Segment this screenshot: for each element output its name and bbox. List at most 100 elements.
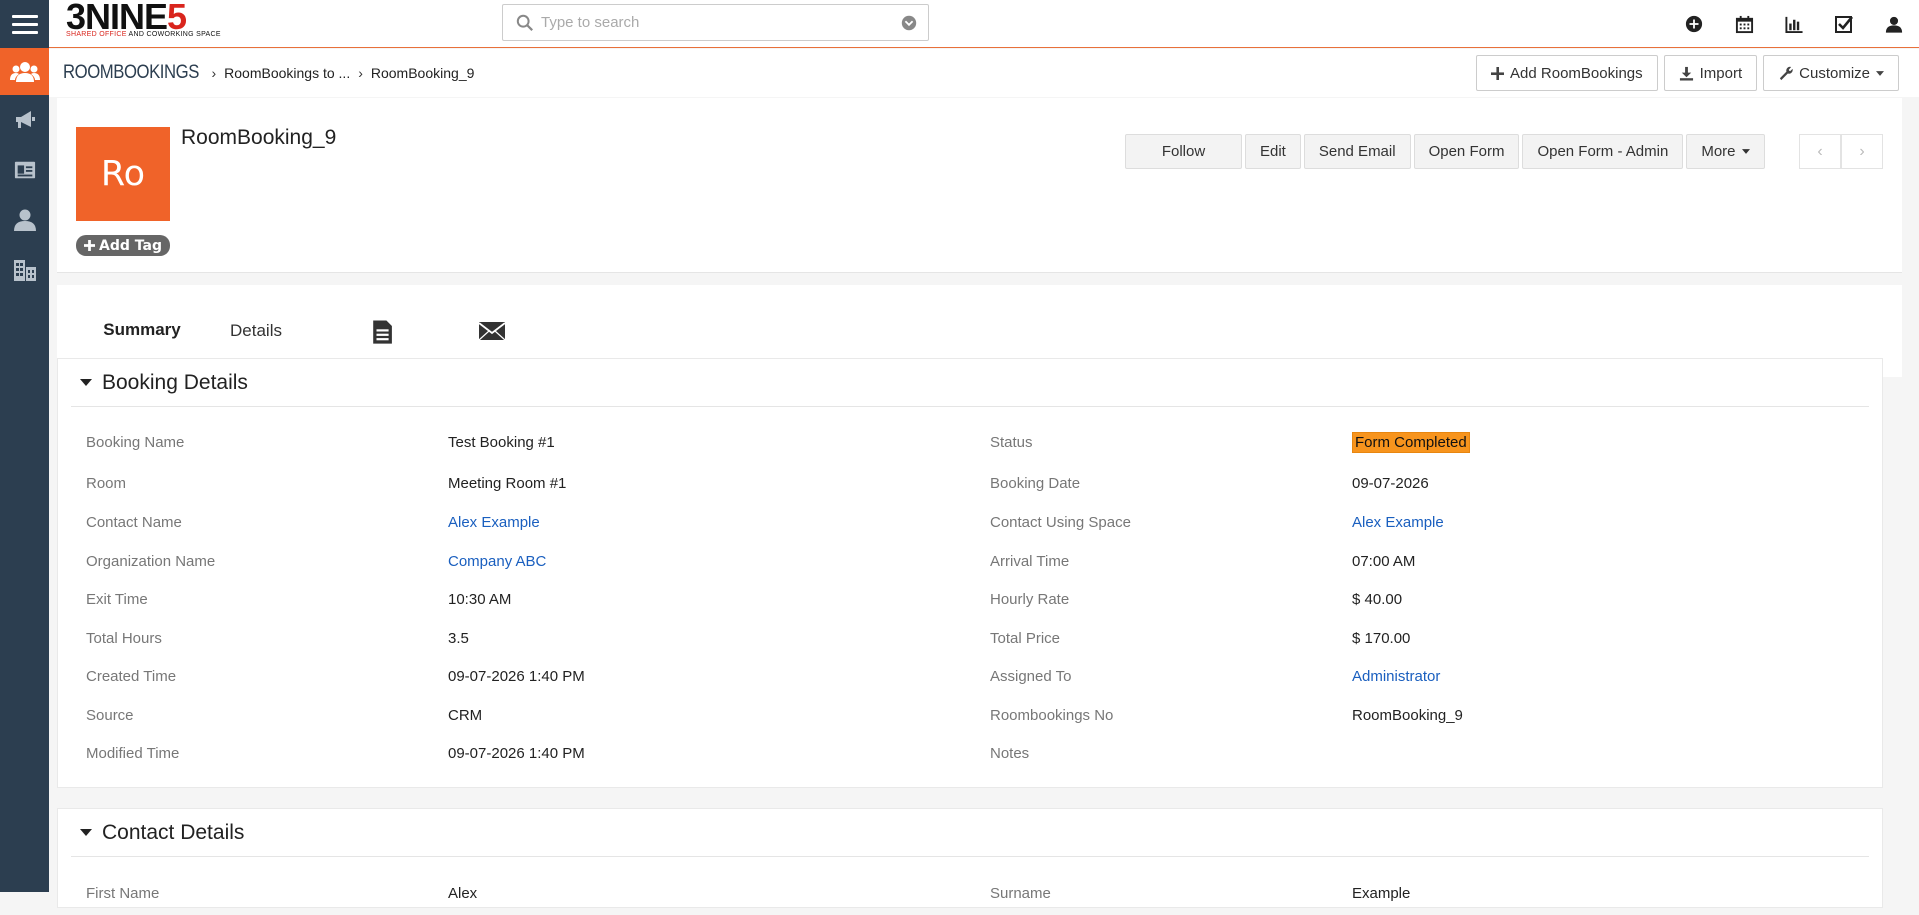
chevron-right-icon: ›: [358, 65, 363, 81]
open-form-admin-button[interactable]: Open Form - Admin: [1522, 134, 1684, 169]
customize-button[interactable]: Customize: [1763, 55, 1899, 91]
person-icon: [13, 209, 36, 231]
send-email-button[interactable]: Send Email: [1303, 134, 1411, 169]
field-value: RoomBooking_9: [1352, 707, 1463, 724]
search-icon: [516, 14, 533, 31]
calendar-button[interactable]: [1719, 0, 1769, 48]
breadcrumb-bar: RoomBookings › RoomBookings to ... › Roo…: [49, 49, 1919, 97]
field-row: Organization Name Company ABC Arrival Time…: [58, 553, 1882, 583]
field-row: Modified Time 09-07-2026 1:40 PM Notes: [58, 745, 1882, 775]
plus-circle-icon: [1685, 15, 1703, 33]
field-label: Notes: [990, 745, 1030, 762]
logo-tagline-accent: SHARED OFFICE: [66, 31, 127, 38]
more-button[interactable]: More: [1686, 134, 1765, 169]
field-value: 09-07-2026: [1352, 475, 1429, 492]
add-tag-button[interactable]: Add Tag: [76, 235, 170, 256]
field-row: Booking Name Test Booking #1 Status Form Co…: [58, 432, 1882, 464]
field-value: Alex: [448, 885, 478, 902]
caret-down-icon: [1741, 149, 1750, 154]
brand-logo[interactable]: 3NINE5 SHARED OFFICE AND COWORKING SPACE: [66, 0, 236, 40]
field-label: Modified Time: [86, 745, 180, 762]
add-tag-label: Add Tag: [99, 237, 162, 254]
menu-toggle-button[interactable]: [0, 0, 49, 48]
sidebar-item-people[interactable]: [0, 195, 49, 245]
quick-create-button[interactable]: [1669, 0, 1719, 48]
field-value: Example: [1352, 885, 1411, 902]
record-avatar: Ro: [76, 127, 170, 221]
field-row: Source CRM Roombookings No RoomBooking_9: [58, 707, 1882, 737]
next-record-button[interactable]: ›: [1841, 134, 1883, 169]
hamburger-icon: [11, 12, 38, 36]
id-card-icon: [14, 161, 35, 179]
open-form-button[interactable]: Open Form: [1413, 134, 1520, 169]
field-row: First Name Alex Surname Example: [58, 885, 1882, 915]
field-value: 07:00 AM: [1352, 553, 1416, 570]
document-icon: [373, 320, 392, 344]
plus-icon: [1491, 66, 1505, 80]
field-label: First Name: [86, 885, 160, 902]
follow-button[interactable]: Follow: [1125, 134, 1242, 169]
field-label: Room: [86, 475, 127, 492]
field-value-link[interactable]: Administrator: [1352, 668, 1440, 685]
edit-button[interactable]: Edit: [1245, 134, 1301, 169]
download-icon: [1679, 66, 1693, 81]
field-value-link[interactable]: Company ABC: [448, 553, 546, 570]
breadcrumb: RoomBookings › RoomBookings to ... › Roo…: [63, 49, 474, 97]
calendar-icon: [1735, 15, 1753, 33]
sidebar-item-marketing[interactable]: [0, 95, 49, 145]
add-roombookings-button[interactable]: Add RoomBookings: [1476, 55, 1658, 91]
breadcrumb-filter[interactable]: RoomBookings to ...: [224, 65, 350, 81]
sidebar-item-contacts[interactable]: [0, 48, 49, 95]
field-value: CRM: [448, 707, 483, 724]
field-label: Organization Name: [86, 553, 216, 570]
record-title: RoomBooking_9: [181, 126, 337, 149]
more-button-label: More: [1701, 143, 1736, 160]
search-input[interactable]: [541, 14, 900, 31]
caret-down-icon: [80, 379, 92, 386]
field-label: Status: [990, 434, 1033, 451]
field-label: Roombookings No: [990, 707, 1114, 724]
contact-details-header[interactable]: Contact Details: [71, 809, 1869, 857]
booking-details-header[interactable]: Booking Details: [71, 359, 1869, 407]
field-value-link[interactable]: Alex Example: [1352, 514, 1444, 531]
previous-record-button[interactable]: ‹: [1799, 134, 1841, 169]
field-value-link[interactable]: Alex Example: [448, 514, 540, 531]
user-menu-button[interactable]: [1869, 0, 1919, 48]
sidebar-item-records[interactable]: [0, 145, 49, 195]
field-label: Booking Date: [990, 475, 1081, 492]
contact-details-block: Contact Details First Name Alex Surname Exa…: [57, 808, 1883, 908]
field-label: Total Hours: [86, 630, 162, 647]
field-value: 09-07-2026 1:40 PM: [448, 668, 585, 685]
chevron-left-icon: ‹: [1817, 142, 1823, 160]
chevron-right-icon: ›: [211, 65, 217, 81]
block-title: Booking Details: [102, 370, 248, 394]
top-bar: 3NINE5 SHARED OFFICE AND COWORKING SPACE: [0, 0, 1919, 48]
field-label: Booking Name: [86, 434, 185, 451]
sidebar-item-organizations[interactable]: [0, 245, 49, 295]
field-row: Total Hours 3.5 Total Price $ 170.00: [58, 630, 1882, 660]
megaphone-icon: [15, 111, 35, 128]
block-title: Contact Details: [102, 820, 245, 844]
field-value: Meeting Room #1: [448, 475, 567, 492]
field-row: Exit Time 10:30 AM Hourly Rate $ 40.00: [58, 591, 1882, 621]
bar-chart-icon: [1785, 16, 1803, 33]
field-label: Contact Using Space: [990, 514, 1131, 531]
field-label: Hourly Rate: [990, 591, 1070, 608]
breadcrumb-module[interactable]: RoomBookings: [63, 62, 199, 84]
field-label: Total Price: [990, 630, 1061, 647]
tasks-button[interactable]: [1819, 0, 1869, 48]
search-options-icon[interactable]: [900, 14, 918, 32]
field-row: Room Meeting Room #1 Booking Date 09-07-202…: [58, 475, 1882, 505]
plus-icon: [84, 240, 95, 251]
import-button[interactable]: Import: [1663, 55, 1758, 91]
building-icon: [13, 260, 36, 281]
logo-tagline: AND COWORKING SPACE: [126, 31, 221, 38]
reports-button[interactable]: [1769, 0, 1819, 48]
field-label: Source: [86, 707, 134, 724]
field-value: $ 40.00: [1352, 591, 1403, 608]
import-button-label: Import: [1699, 64, 1743, 82]
field-label: Arrival Time: [990, 553, 1070, 570]
caret-down-icon: [80, 829, 92, 836]
envelope-icon: [478, 322, 506, 341]
users-icon: [9, 61, 40, 82]
